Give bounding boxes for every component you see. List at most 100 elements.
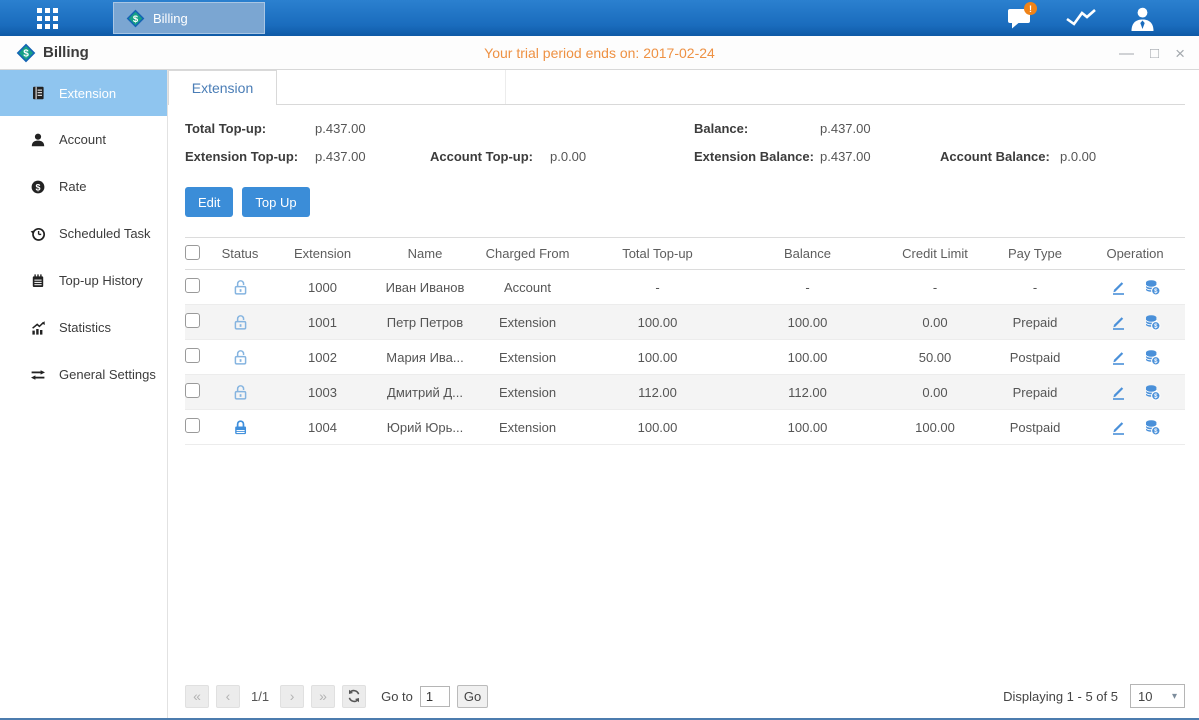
column-header-charged-from: Charged From (470, 246, 585, 261)
column-header-operation: Operation (1085, 246, 1185, 261)
column-header-balance: Balance (730, 246, 885, 261)
edit-row-icon[interactable] (1110, 419, 1127, 436)
refresh-icon (347, 689, 361, 703)
column-header-credit-limit: Credit Limit (885, 246, 985, 261)
sidebar-item-label: Rate (59, 179, 86, 194)
cell-credit-limit: - (885, 280, 985, 295)
extension-balance-label: Extension Balance: (694, 149, 820, 164)
column-header-pay-type: Pay Type (985, 246, 1085, 261)
previous-page-button[interactable]: ‹ (216, 685, 240, 708)
lock-status-icon (232, 279, 249, 296)
balance-label: Balance: (694, 121, 820, 136)
row-checkbox[interactable] (185, 278, 200, 293)
table-body: 1000 Иван Иванов Account - - - - $ 1001 … (185, 270, 1185, 445)
minimize-icon[interactable]: — (1119, 46, 1134, 61)
edit-row-icon[interactable] (1110, 314, 1127, 331)
cell-name: Иван Иванов (380, 280, 470, 295)
cell-balance: 112.00 (730, 385, 885, 400)
first-page-button[interactable]: « (185, 685, 209, 708)
cell-extension: 1002 (265, 350, 380, 365)
top-up-row-icon[interactable]: $ (1143, 278, 1161, 296)
statistics-chart-icon[interactable] (1064, 5, 1098, 31)
window-body: Extension Account $ Rate Scheduled Task … (0, 70, 1199, 718)
bar-chart-icon (30, 320, 46, 336)
column-header-total-topup: Total Top-up (585, 246, 730, 261)
top-up-row-icon[interactable]: $ (1143, 313, 1161, 331)
sidebar-item-label: Extension (59, 86, 116, 101)
edit-row-icon[interactable] (1110, 279, 1127, 296)
cell-pay-type: Postpaid (985, 420, 1085, 435)
topbar-actions: ! (1003, 0, 1159, 36)
row-checkbox[interactable] (185, 348, 200, 363)
svg-text:$: $ (23, 48, 29, 59)
refresh-button[interactable] (342, 685, 366, 708)
cell-credit-limit: 100.00 (885, 420, 985, 435)
sidebar-item-statistics[interactable]: Statistics (0, 304, 167, 351)
edit-row-icon[interactable] (1110, 349, 1127, 366)
cell-total-topup: - (585, 280, 730, 295)
billing-app-icon: $ (126, 9, 145, 28)
displaying-text: Displaying 1 - 5 of 5 (1003, 689, 1118, 704)
titlebar: $ Billing Your trial period ends on: 201… (0, 36, 1199, 70)
cell-pay-type: Prepaid (985, 385, 1085, 400)
sidebar-item-general-settings[interactable]: General Settings (0, 351, 167, 398)
sidebar-item-rate[interactable]: $ Rate (0, 163, 167, 210)
user-icon[interactable] (1125, 5, 1159, 31)
row-checkbox[interactable] (185, 313, 200, 328)
close-icon[interactable]: × (1175, 45, 1185, 62)
billing-window: $ Billing ! $ Billing Your trial period … (0, 0, 1199, 720)
notification-badge: ! (1024, 2, 1037, 15)
table-row[interactable]: 1003 Дмитрий Д... Extension 112.00 112.0… (185, 375, 1185, 410)
sidebar-item-account[interactable]: Account (0, 116, 167, 163)
edit-row-icon[interactable] (1110, 384, 1127, 401)
sidebar-item-label: Top-up History (59, 273, 143, 288)
clock-history-icon (30, 226, 46, 242)
table-row[interactable]: 1001 Петр Петров Extension 100.00 100.00… (185, 305, 1185, 340)
sidebar-item-topup-history[interactable]: Top-up History (0, 257, 167, 304)
account-topup-value: p.0.00 (550, 149, 694, 164)
edit-button[interactable]: Edit (185, 187, 233, 217)
top-up-row-icon[interactable]: $ (1143, 418, 1161, 436)
messages-icon[interactable]: ! (1003, 5, 1037, 31)
tab-extension[interactable]: Extension (168, 70, 277, 105)
sidebar-item-label: Account (59, 132, 106, 147)
row-checkbox[interactable] (185, 383, 200, 398)
account-balance-value: p.0.00 (1060, 149, 1185, 164)
lock-status-icon (232, 349, 249, 366)
top-up-row-icon[interactable]: $ (1143, 348, 1161, 366)
lock-status-icon (232, 419, 249, 436)
cell-balance: - (730, 280, 885, 295)
table-row[interactable]: 1002 Мария Ива... Extension 100.00 100.0… (185, 340, 1185, 375)
row-checkbox[interactable] (185, 418, 200, 433)
title-left: $ Billing (0, 43, 89, 63)
window-controls: — □ × (1119, 36, 1185, 70)
next-page-button[interactable]: › (280, 685, 304, 708)
pagination-controls: « ‹ 1/1 › » Go to Go (185, 685, 488, 708)
cell-charged-from: Extension (470, 385, 585, 400)
cell-name: Мария Ива... (380, 350, 470, 365)
cell-extension: 1003 (265, 385, 380, 400)
go-button[interactable]: Go (457, 685, 488, 708)
notepad-icon (30, 273, 46, 289)
maximize-icon[interactable]: □ (1150, 46, 1159, 61)
lock-status-icon (232, 384, 249, 401)
table-row[interactable]: 1004 Юрий Юрь... Extension 100.00 100.00… (185, 410, 1185, 445)
action-buttons: Edit Top Up (185, 187, 1185, 217)
page-size-select[interactable]: 10 ▾ (1130, 684, 1185, 708)
app-grid-icon[interactable] (37, 8, 69, 29)
sidebar-item-extension[interactable]: Extension (0, 70, 167, 116)
page-title: Billing (43, 44, 89, 61)
top-up-button[interactable]: Top Up (242, 187, 309, 217)
taskbar-tab-billing[interactable]: $ Billing (113, 2, 265, 34)
cell-charged-from: Extension (470, 420, 585, 435)
balance-summary: Total Top-up: p.437.00 Balance: p.437.00… (185, 121, 1185, 164)
cell-extension: 1000 (265, 280, 380, 295)
last-page-button[interactable]: » (311, 685, 335, 708)
goto-page-input[interactable] (420, 686, 450, 707)
sidebar-item-scheduled-task[interactable]: Scheduled Task (0, 210, 167, 257)
top-up-row-icon[interactable]: $ (1143, 383, 1161, 401)
select-all-checkbox[interactable] (185, 245, 200, 260)
extension-balance-value: p.437.00 (820, 149, 940, 164)
total-topup-label: Total Top-up: (185, 121, 315, 136)
table-row[interactable]: 1000 Иван Иванов Account - - - - $ (185, 270, 1185, 305)
